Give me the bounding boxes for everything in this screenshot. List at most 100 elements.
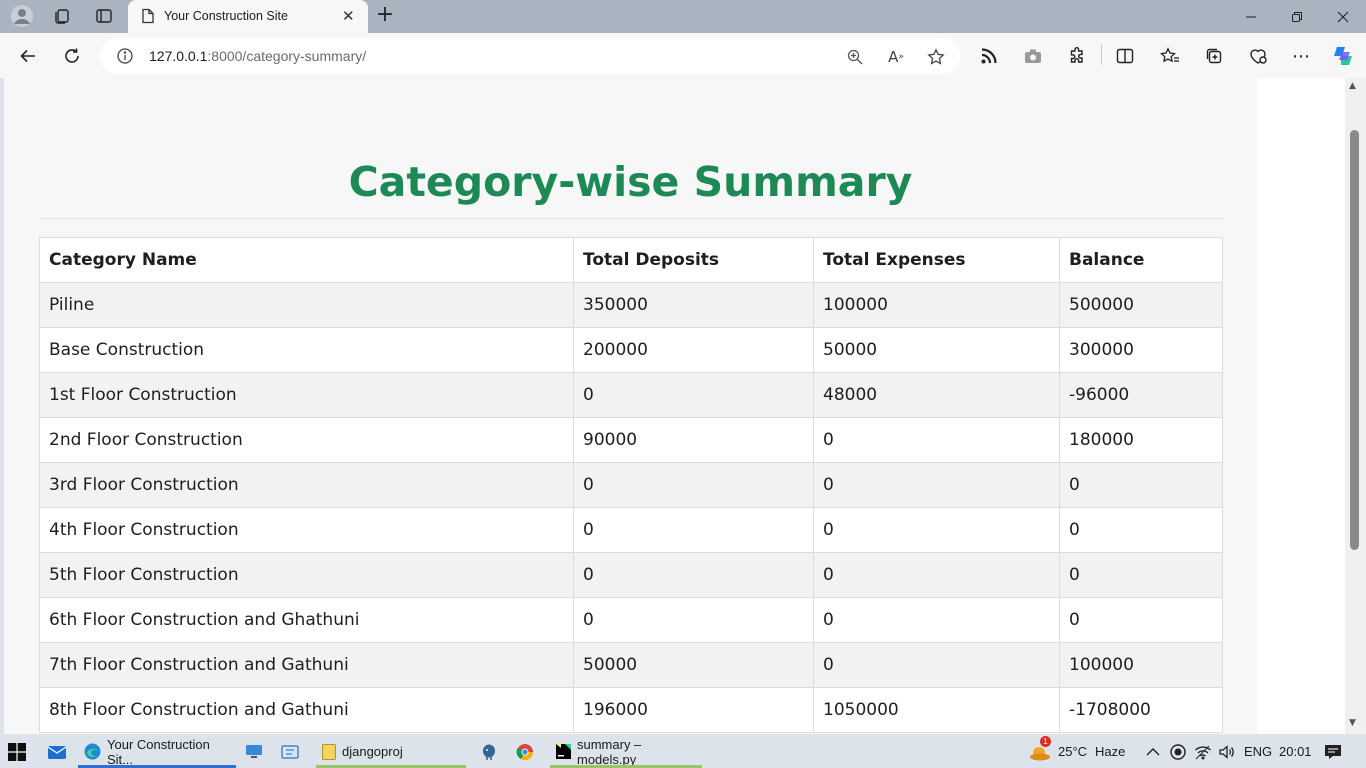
taskbar-pycharm-window[interactable]: summary – models.py [550, 735, 702, 768]
cell-balance: 0 [1059, 507, 1223, 553]
cell-balance: 0 [1059, 462, 1223, 508]
column-header-balance: Balance [1059, 237, 1223, 283]
weather-temp: 25°C [1058, 744, 1088, 759]
cell-deposits: 350000 [573, 282, 814, 328]
volume-icon[interactable] [1218, 735, 1236, 768]
weather-badge: 1 [1040, 735, 1051, 747]
toolbar-divider [1101, 45, 1102, 65]
table-row: 8th Floor Construction and Gathuni 19600… [39, 687, 1223, 733]
weather-widget[interactable]: 1 25°C Haze [1028, 735, 1125, 768]
rss-icon[interactable] [976, 43, 1002, 69]
plus-icon[interactable]: + [372, 4, 398, 28]
table-row: 2nd Floor Construction 90000 0 180000 [39, 417, 1223, 463]
wifi-icon[interactable] [1194, 735, 1212, 768]
column-header-expenses: Total Expenses [813, 237, 1060, 283]
app-icon[interactable] [281, 735, 303, 768]
summary-table: Category Name Total Deposits Total Expen… [39, 237, 1223, 733]
performance-icon[interactable] [1245, 43, 1271, 69]
collections-icon[interactable] [1201, 43, 1227, 69]
cell-expenses: 100000 [813, 282, 1060, 328]
page-icon [140, 8, 156, 24]
chrome-icon[interactable] [516, 735, 538, 768]
edge-icon [84, 743, 101, 760]
weather-desc: Haze [1095, 744, 1126, 759]
back-icon[interactable] [15, 43, 41, 69]
scrollbar-thumb[interactable] [1350, 130, 1359, 550]
cell-expenses: 50000 [813, 327, 1060, 373]
url-path: :8000/category-summary/ [207, 48, 367, 64]
camera-icon[interactable] [1020, 43, 1046, 69]
copilot-icon[interactable] [1330, 43, 1356, 69]
cell-deposits: 50000 [573, 642, 814, 688]
postgres-icon[interactable] [480, 735, 502, 768]
table-row: 6th Floor Construction and Ghathuni 0 0 … [39, 597, 1223, 643]
restore-icon[interactable] [1274, 0, 1320, 33]
taskbar-folder-label: djangoproj [342, 744, 403, 759]
workspaces-icon[interactable] [49, 4, 75, 28]
cell-category: 5th Floor Construction [39, 552, 574, 598]
tab-strip: Your Construction Site ✕ + [0, 0, 1366, 33]
taskbar-pycharm-label: summary – models.py [577, 736, 642, 767]
split-screen-icon[interactable] [1112, 43, 1138, 69]
taskbar-browser-window[interactable]: Your Construction Sit... [78, 735, 236, 768]
tab-title: Your Construction Site [164, 9, 288, 23]
scroll-down-icon[interactable]: ▼ [1349, 718, 1356, 728]
record-icon[interactable] [1170, 735, 1186, 768]
taskbar-browser-label: Your Construction Sit... [107, 736, 210, 767]
table-row: 7th Floor Construction and Gathuni 50000… [39, 642, 1223, 688]
table-row: 5th Floor Construction 0 0 0 [39, 552, 1223, 598]
favorite-star-icon[interactable] [925, 46, 947, 68]
clock[interactable]: 20:01 [1279, 735, 1312, 768]
table-row: Piline 350000 100000 500000 [39, 282, 1223, 328]
cell-balance: -96000 [1059, 372, 1223, 418]
favorites-icon[interactable] [1157, 43, 1183, 69]
profile-icon[interactable] [9, 4, 35, 28]
notification-icon[interactable] [1324, 735, 1342, 768]
browser-toolbar: 127.0.0.1:8000/category-summary/ A» ⋯ [0, 33, 1366, 78]
pycharm-icon [556, 744, 571, 759]
cell-balance: 300000 [1059, 327, 1223, 373]
cell-expenses: 0 [813, 552, 1060, 598]
language-indicator[interactable]: ENG [1244, 735, 1272, 768]
read-aloud-icon[interactable]: A» [885, 46, 907, 68]
table-row: Base Construction 200000 50000 300000 [39, 327, 1223, 373]
cell-expenses: 0 [813, 462, 1060, 508]
page-viewport: Category-wise Summary Category Name Tota… [4, 78, 1257, 734]
cell-balance: 100000 [1059, 642, 1223, 688]
refresh-icon[interactable] [59, 43, 85, 69]
weather-icon: 1 [1028, 735, 1052, 762]
extensions-icon[interactable] [1064, 43, 1090, 69]
close-icon[interactable]: ✕ [342, 7, 355, 25]
scroll-up-icon[interactable]: ▲ [1349, 81, 1356, 91]
table-header-row: Category Name Total Deposits Total Expen… [39, 237, 1223, 283]
minimize-icon[interactable] [1228, 0, 1274, 33]
cell-category: 2nd Floor Construction [39, 417, 574, 463]
cell-deposits: 0 [573, 552, 814, 598]
windows-start-icon[interactable] [8, 735, 30, 768]
taskbar: Your Construction Sit... djangoproj summ… [0, 735, 1366, 768]
page-title: Category-wise Summary [348, 158, 913, 206]
vertical-scrollbar[interactable]: ▲ ▼ [1345, 78, 1366, 734]
tab-actions-icon[interactable] [91, 4, 117, 28]
mail-icon[interactable] [47, 735, 69, 768]
computer-icon[interactable] [245, 735, 267, 768]
zoom-icon[interactable] [844, 46, 866, 68]
close-window-icon[interactable] [1320, 0, 1366, 33]
taskbar-folder-window[interactable]: djangoproj [316, 735, 466, 768]
folder-icon [322, 743, 336, 760]
cell-deposits: 200000 [573, 327, 814, 373]
cell-expenses: 1050000 [813, 687, 1060, 733]
table-row: 4th Floor Construction 0 0 0 [39, 507, 1223, 553]
url-text[interactable]: 127.0.0.1:8000/category-summary/ [149, 48, 366, 64]
more-icon[interactable]: ⋯ [1288, 43, 1314, 69]
cell-category: 1st Floor Construction [39, 372, 574, 418]
address-bar[interactable]: 127.0.0.1:8000/category-summary/ A» [100, 38, 960, 74]
cell-deposits: 196000 [573, 687, 814, 733]
cell-category: 6th Floor Construction and Ghathuni [39, 597, 574, 643]
cell-balance: 500000 [1059, 282, 1223, 328]
active-tab[interactable]: Your Construction Site ✕ [128, 0, 368, 33]
cell-expenses: 0 [813, 507, 1060, 553]
cell-category: 7th Floor Construction and Gathuni [39, 642, 574, 688]
chevron-up-icon[interactable] [1146, 735, 1160, 768]
info-icon[interactable] [116, 47, 134, 65]
